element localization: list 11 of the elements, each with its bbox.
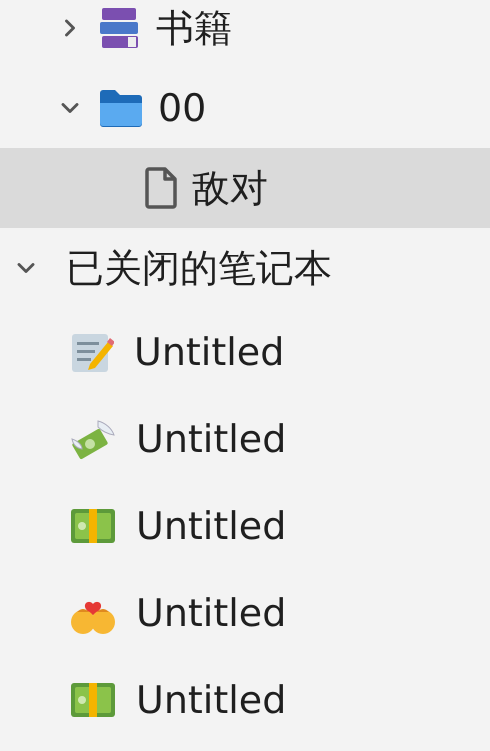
notebook-item[interactable]: Untitled: [0, 395, 490, 482]
file-icon: [144, 167, 178, 209]
notebook-item[interactable]: Untitled: [0, 482, 490, 569]
notebook-item[interactable]: Untitled: [0, 308, 490, 395]
notebook-item[interactable]: Untitled: [0, 656, 490, 743]
tree-item[interactable]: 敌对: [0, 148, 490, 228]
tree-item[interactable]: 00: [0, 68, 490, 148]
notebook-item[interactable]: Untitled: [0, 569, 490, 656]
tree-item[interactable]: 书籍: [0, 0, 490, 68]
section-title: 已关闭的笔记本: [66, 244, 332, 292]
folder-icon: [98, 89, 144, 127]
